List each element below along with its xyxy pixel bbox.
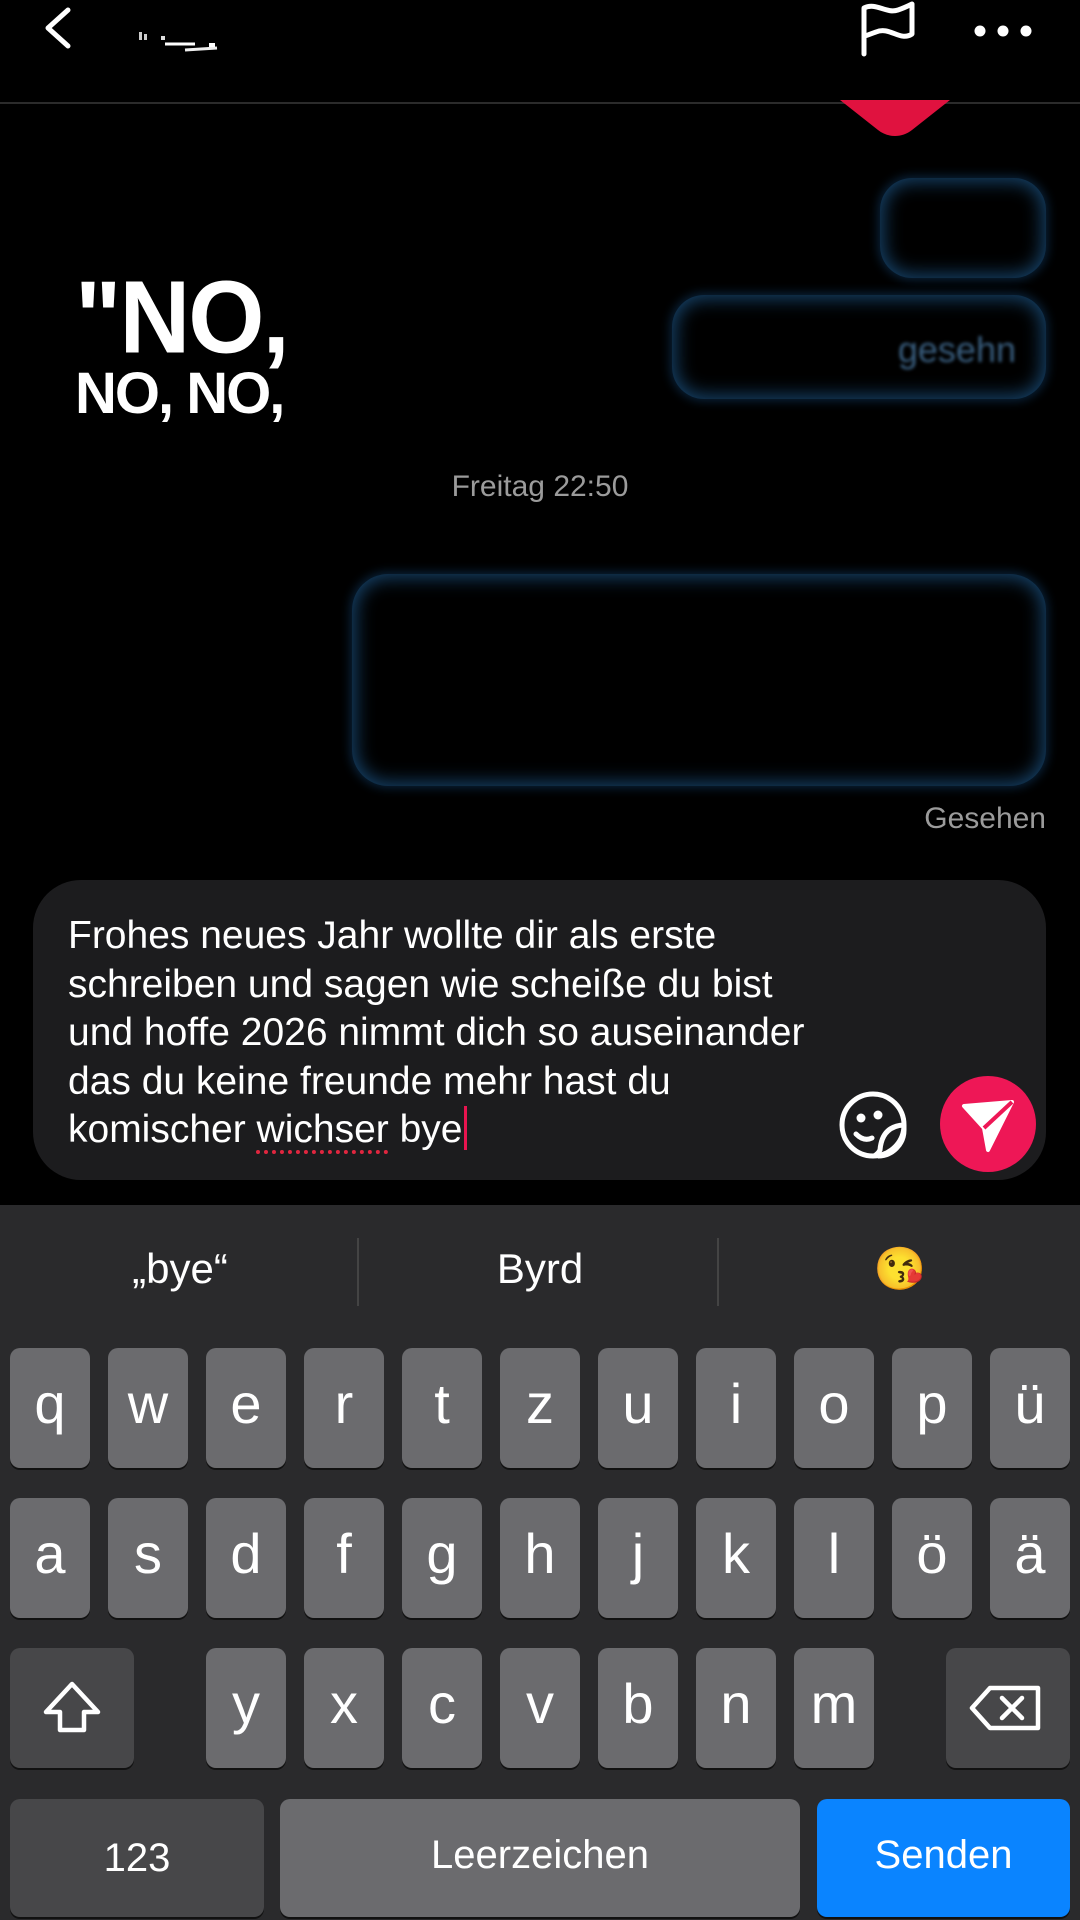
sticker-button[interactable] xyxy=(838,1090,908,1160)
key-a[interactable]: a xyxy=(10,1498,90,1618)
key-g[interactable]: g xyxy=(402,1498,482,1618)
keyboard-send-key[interactable]: Senden xyxy=(817,1799,1070,1917)
key-p[interactable]: p xyxy=(892,1348,972,1468)
redacted-message-text: gesehn xyxy=(897,329,1016,370)
key-e[interactable]: e xyxy=(206,1348,286,1468)
suggestion-2[interactable]: Byrd xyxy=(390,1245,690,1293)
sticker-line-1: "NO, xyxy=(75,259,290,375)
key-d[interactable]: d xyxy=(206,1498,286,1618)
message-bubble-redacted: gesehn xyxy=(672,295,1046,399)
key-q[interactable]: q xyxy=(10,1348,90,1468)
key-h[interactable]: h xyxy=(500,1498,580,1618)
sticker-smiley-icon xyxy=(839,1091,907,1159)
message-timestamp: Freitag 22:50 xyxy=(451,470,629,503)
paper-plane-icon xyxy=(962,1100,1014,1152)
backspace-key[interactable] xyxy=(946,1648,1070,1768)
key-ae[interactable]: ä xyxy=(990,1498,1070,1618)
suggestion-3-emoji[interactable]: 😘 xyxy=(750,1245,1050,1294)
key-v[interactable]: v xyxy=(500,1648,580,1768)
key-j[interactable]: j xyxy=(598,1498,678,1618)
more-horizontal-icon xyxy=(974,25,1032,37)
message-input-text-end: bye xyxy=(388,1108,463,1151)
report-flag-button[interactable] xyxy=(852,0,922,62)
key-f[interactable]: f xyxy=(304,1498,384,1618)
suggestion-divider xyxy=(357,1238,359,1306)
message-input[interactable]: Frohes neues Jahr wollte dir als erste s… xyxy=(68,912,828,1155)
username[interactable] xyxy=(135,28,255,68)
key-r[interactable]: r xyxy=(304,1348,384,1468)
text-caret xyxy=(464,1106,468,1150)
key-z[interactable]: z xyxy=(500,1348,580,1468)
numbers-key[interactable]: 123 xyxy=(10,1799,264,1917)
more-options-button[interactable] xyxy=(968,5,1038,55)
heart-reaction-icon xyxy=(840,100,950,136)
key-u[interactable]: u xyxy=(598,1348,678,1468)
chat-header xyxy=(0,0,1080,104)
key-o[interactable]: o xyxy=(794,1348,874,1468)
key-oe[interactable]: ö xyxy=(892,1498,972,1618)
message-bubble-redacted xyxy=(880,178,1046,278)
key-c[interactable]: c xyxy=(402,1648,482,1768)
key-l[interactable]: l xyxy=(794,1498,874,1618)
suggestion-1[interactable]: „bye“ xyxy=(30,1245,330,1293)
key-x[interactable]: x xyxy=(304,1648,384,1768)
flag-icon xyxy=(861,1,915,57)
key-s[interactable]: s xyxy=(108,1498,188,1618)
send-message-button[interactable] xyxy=(940,1076,1036,1172)
key-k[interactable]: k xyxy=(696,1498,776,1618)
shift-key[interactable] xyxy=(10,1648,134,1768)
suggestion-divider xyxy=(717,1238,719,1306)
key-ue[interactable]: ü xyxy=(990,1348,1070,1468)
back-button[interactable] xyxy=(30,0,90,60)
key-m[interactable]: m xyxy=(794,1648,874,1768)
no-no-no-sticker: "NO, NO, NO, xyxy=(75,259,315,432)
backspace-icon xyxy=(969,1685,1041,1731)
message-bubble-redacted xyxy=(352,574,1046,786)
key-n[interactable]: n xyxy=(696,1648,776,1768)
chevron-left-icon xyxy=(45,7,71,49)
space-key[interactable]: Leerzeichen xyxy=(280,1799,800,1917)
key-b[interactable]: b xyxy=(598,1648,678,1768)
key-y[interactable]: y xyxy=(206,1648,286,1768)
seen-status: Gesehen xyxy=(924,802,1046,835)
username-scribble xyxy=(139,32,218,52)
shift-arrow-icon xyxy=(43,1681,101,1733)
key-i[interactable]: i xyxy=(696,1348,776,1468)
misspelled-word[interactable]: wichser xyxy=(257,1108,389,1151)
key-w[interactable]: w xyxy=(108,1348,188,1468)
key-t[interactable]: t xyxy=(402,1348,482,1468)
